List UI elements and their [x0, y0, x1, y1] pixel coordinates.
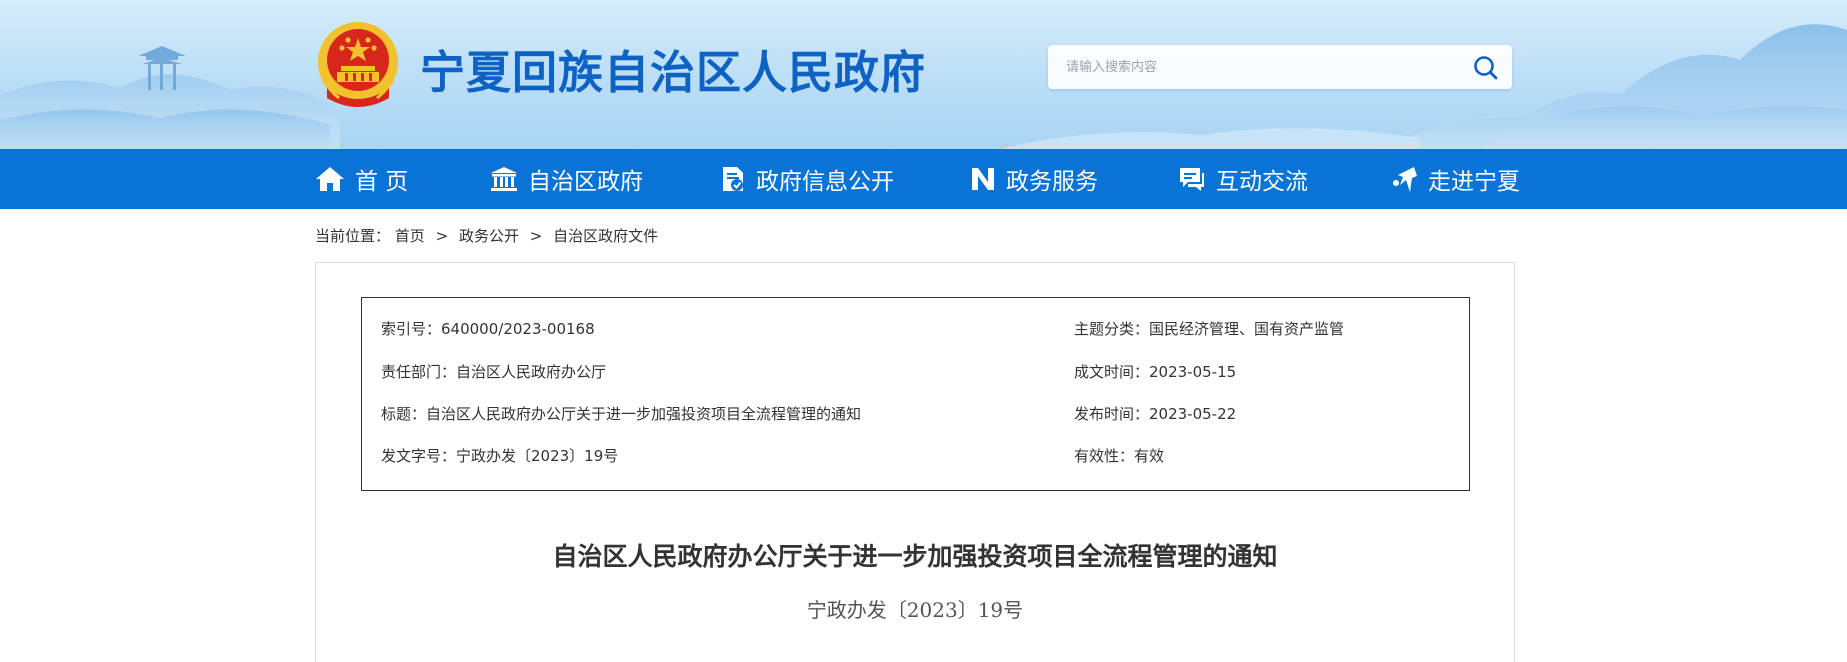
header-banner: 宁夏回族自治区人民政府 [0, 0, 1847, 149]
document-title: 自治区人民政府办公厅关于进一步加强投资项目全流程管理的通知 [552, 542, 1278, 571]
document-number: 宁政办发〔2023〕19号 [806, 598, 1024, 622]
nav-item-label: 互动交流 [1216, 169, 1308, 195]
search-icon[interactable] [1472, 54, 1500, 82]
nav-item-home[interactable]: 首 页 [315, 149, 408, 209]
breadcrumb-prefix: 当前位置： [315, 227, 391, 245]
nav-item-label: 政府信息公开 [756, 169, 894, 195]
meta-published-date: 发布时间：2023-05-22 [1074, 405, 1237, 423]
search-box [1048, 45, 1512, 89]
nav-item-info-disclosure[interactable]: 政府信息公开 [720, 149, 894, 209]
nav-item-label: 自治区政府 [528, 169, 643, 195]
meta-validity: 有效性：有效 [1074, 447, 1165, 465]
document-check-icon [723, 167, 743, 191]
nav-item-interaction[interactable]: 互动交流 [1178, 149, 1308, 209]
travel-icon [1393, 167, 1417, 192]
search-input[interactable] [1066, 55, 1446, 79]
nav-item-label: 首 页 [355, 169, 409, 195]
nav-item-explore-ningxia[interactable]: 走进宁夏 [1392, 149, 1520, 209]
meta-department: 责任部门：自治区人民政府办公厅 [381, 363, 607, 381]
nav-item-government[interactable]: 自治区政府 [490, 149, 643, 209]
breadcrumb-separator: > [435, 227, 449, 245]
service-n-icon [972, 168, 994, 190]
main-nav: 首 页 自治区政府 政府信息公开 政务服务 互动交流 走进宁夏 [0, 149, 1847, 209]
national-emblem-logo [318, 22, 398, 107]
site-title: 宁夏回族自治区人民政府 [420, 46, 927, 99]
meta-document-number: 发文字号：宁政办发〔2023〕19号 [381, 447, 619, 465]
meta-topic: 主题分类：国民经济管理、国有资产监管 [1074, 320, 1345, 338]
meta-created-date: 成文时间：2023-05-15 [1074, 363, 1237, 381]
meta-title: 标题：自治区人民政府办公厅关于进一步加强投资项目全流程管理的通知 [381, 405, 862, 423]
meta-index-number: 索引号：640000/2023-00168 [381, 320, 595, 338]
breadcrumb-link-gov-documents[interactable]: 自治区政府文件 [553, 227, 658, 245]
nav-item-gov-services[interactable]: 政务服务 [970, 149, 1098, 209]
breadcrumb: 当前位置： 首页 > 政务公开 > 自治区政府文件 [315, 225, 658, 246]
breadcrumb-link-home[interactable]: 首页 [395, 227, 425, 245]
nav-item-label: 走进宁夏 [1428, 169, 1520, 195]
breadcrumb-separator: > [529, 227, 543, 245]
government-building-icon [491, 167, 517, 191]
nav-item-label: 政务服务 [1006, 169, 1098, 195]
home-icon [316, 167, 344, 191]
chat-bubble-icon [1180, 168, 1204, 191]
breadcrumb-link-gov-affairs[interactable]: 政务公开 [459, 227, 519, 245]
